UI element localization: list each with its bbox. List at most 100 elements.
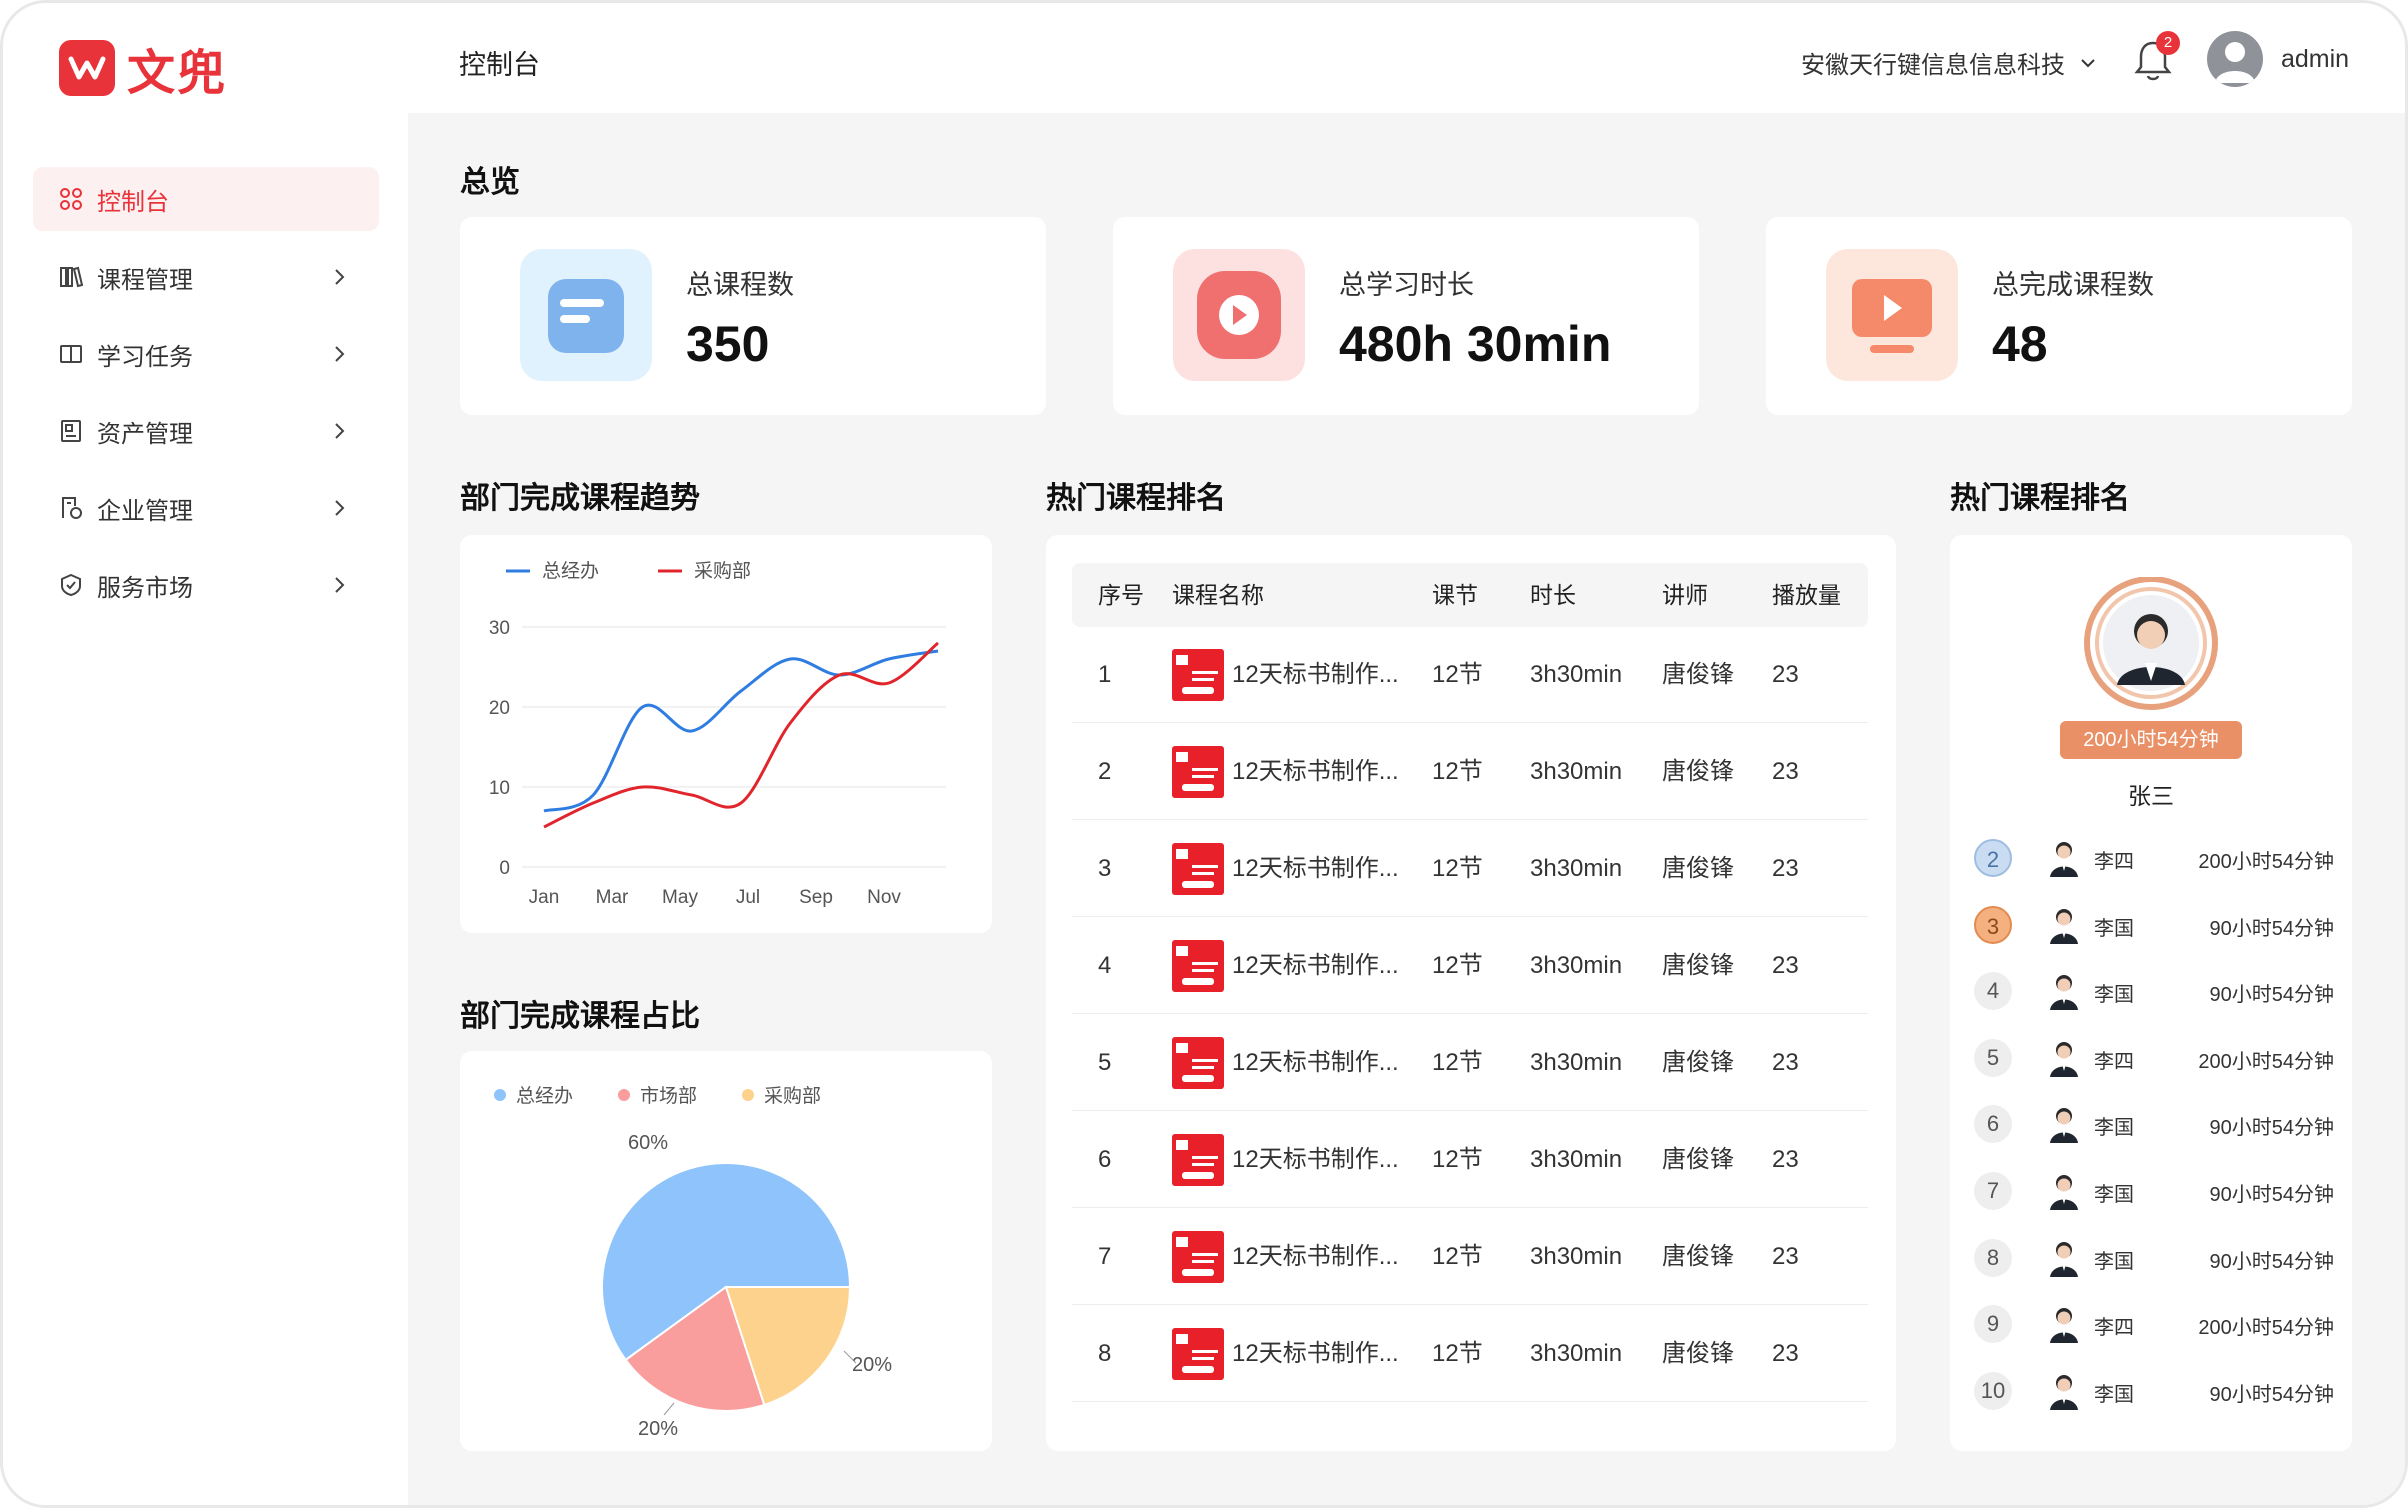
sidebar-item-tasks[interactable]: 学习任务 (33, 322, 379, 386)
row-no: 6 (1098, 1146, 1112, 1173)
person-avatar-icon (2050, 975, 2078, 1011)
stat-card-duration: 总学习时长 480h 30min (1113, 217, 1699, 415)
course-teacher: 唐俊锋 (1662, 1049, 1734, 1076)
rank-name: 李国 (2094, 1184, 2134, 1206)
rank-number: 7 (1974, 1172, 2012, 1210)
course-name[interactable]: 12天标书制作... (1232, 627, 1399, 723)
table-row[interactable]: 8 12天标书制作... 12节 3h30min 唐俊锋 23 (1072, 1306, 1868, 1402)
x-tick-label: Nov (867, 887, 901, 908)
shield-icon (59, 573, 83, 597)
course-name[interactable]: 12天标书制作... (1232, 1306, 1399, 1402)
row-no: 4 (1098, 952, 1112, 979)
rank-time: 90小时54分钟 (2209, 1250, 2335, 1273)
table-row[interactable]: 1 12天标书制作... 12节 3h30min 唐俊锋 23 (1072, 627, 1868, 723)
hot-course-table: 序号 课程名称 课节 时长 讲师 播放量 1 12天标书制作... 12节 3h30m… (1046, 535, 1896, 1451)
course-lessons: 12节 (1432, 1243, 1483, 1270)
sidebar-item-enterprise[interactable]: 企业管理 (33, 476, 379, 540)
sidebar-item-courses[interactable]: 课程管理 (33, 245, 379, 309)
rank-row[interactable]: 2 李四 200小时54分钟 (1974, 831, 2334, 883)
rank-row[interactable]: 4 李国 90小时54分钟 (1974, 964, 2334, 1016)
rank-time: 200小时54分钟 (2198, 851, 2334, 873)
course-duration: 3h30min (1530, 952, 1623, 979)
sidebar-item-assets[interactable]: 资产管理 (33, 399, 379, 463)
rank-row[interactable]: 8 李国 90小时54分钟 (1974, 1231, 2334, 1283)
slice-label: 20% (852, 1354, 892, 1376)
main-content: 总览 总课程数 350 总学习时长 480h 30min 总完成课程数 48 部… (408, 113, 2405, 1505)
slice-label: 20% (638, 1418, 678, 1440)
sidebar: 控制台 课程管理 学习任务 资产管理 企业管理 服务市场 (3, 113, 408, 1505)
course-name[interactable]: 12天标书制作... (1232, 1112, 1399, 1208)
overview-title: 总览 (460, 166, 520, 199)
course-name[interactable]: 12天标书制作... (1232, 918, 1399, 1014)
course-thumbnail (1172, 843, 1224, 895)
trend-title: 部门完成课程趋势 (460, 482, 700, 515)
course-duration: 3h30min (1530, 1146, 1623, 1173)
table-row[interactable]: 7 12天标书制作... 12节 3h30min 唐俊锋 23 (1072, 1209, 1868, 1305)
course-thumbnail (1172, 1231, 1224, 1283)
table-row[interactable]: 6 12天标书制作... 12节 3h30min 唐俊锋 23 (1072, 1112, 1868, 1208)
row-no: 8 (1098, 1340, 1112, 1367)
legend-label[interactable]: 采购部 (764, 1085, 821, 1107)
stat-value: 480h 30min (1339, 316, 1612, 372)
course-plays: 23 (1772, 1049, 1799, 1076)
col-header-plays: 播放量 (1772, 582, 1841, 608)
trend-line-chart: 总经办 采购部 0 10 20 30 Jan Mar May Jul Sep Nov (489, 560, 946, 908)
rank-name: 李四 (2094, 1050, 2134, 1073)
sidebar-item-label: 课程管理 (97, 266, 193, 294)
course-teacher: 唐俊锋 (1662, 758, 1734, 785)
rank-row[interactable]: 7 李国 90小时54分钟 (1974, 1164, 2334, 1216)
list-icon (520, 249, 652, 381)
chevron-down-icon (2081, 58, 2095, 67)
y-tick-label: 30 (489, 618, 510, 639)
username[interactable]: admin (2281, 45, 2349, 74)
course-name[interactable]: 12天标书制作... (1232, 724, 1399, 820)
rank-row[interactable]: 10 李国 90小时54分钟 (1974, 1364, 2334, 1416)
table-row[interactable]: 2 12天标书制作... 12节 3h30min 唐俊锋 23 (1072, 724, 1868, 820)
top-rank-name: 张三 (2128, 783, 2174, 809)
legend-swatch (618, 1089, 630, 1101)
y-tick-label: 10 (489, 778, 510, 799)
table-row[interactable]: 5 12天标书制作... 12节 3h30min 唐俊锋 23 (1072, 1015, 1868, 1111)
table-row[interactable]: 3 12天标书制作... 12节 3h30min 唐俊锋 23 (1072, 821, 1868, 917)
sidebar-item-label: 企业管理 (97, 497, 193, 525)
legend-label[interactable]: 市场部 (640, 1085, 697, 1107)
enterprise-icon (59, 496, 83, 520)
company-selector[interactable]: 安徽天行键信息信息科技 (1801, 45, 2097, 80)
table-header: 序号 课程名称 课节 时长 讲师 播放量 (1072, 563, 1868, 627)
table-row[interactable]: 4 12天标书制作... 12节 3h30min 唐俊锋 23 (1072, 918, 1868, 1014)
legend-label[interactable]: 采购部 (694, 560, 751, 582)
rank-name: 李国 (2094, 1117, 2134, 1140)
legend-label[interactable]: 总经办 (542, 560, 599, 582)
page-title: 控制台 (459, 50, 540, 80)
person-avatar-icon (2050, 1041, 2078, 1077)
series-line[interactable] (543, 641, 939, 829)
sidebar-item-dashboard[interactable]: 控制台 (33, 167, 379, 231)
rank-number: 6 (1974, 1105, 2012, 1144)
course-thumbnail (1172, 746, 1224, 798)
course-plays: 23 (1772, 661, 1799, 688)
sidebar-item-market[interactable]: 服务市场 (33, 553, 379, 617)
trend-chart-card: 总经办 采购部 0 10 20 30 Jan Mar May Jul Sep Nov (460, 535, 992, 933)
legend-label[interactable]: 总经办 (516, 1085, 573, 1107)
course-plays: 23 (1772, 1146, 1799, 1173)
avatar[interactable] (2207, 31, 2263, 87)
course-lessons: 12节 (1432, 661, 1483, 688)
rank-name: 李国 (2094, 917, 2134, 940)
rank-number: 5 (1974, 1038, 2012, 1077)
x-tick-label: Sep (799, 887, 833, 908)
rank-number: 4 (1974, 972, 2012, 1011)
course-name[interactable]: 12天标书制作... (1232, 1015, 1399, 1111)
rank-row[interactable]: 3 李国 90小时54分钟 (1974, 898, 2334, 950)
course-name[interactable]: 12天标书制作... (1232, 1209, 1399, 1305)
stat-label: 总课程数 (686, 270, 794, 300)
rank-time: 90小时54分钟 (2209, 1184, 2335, 1206)
course-name[interactable]: 12天标书制作... (1232, 821, 1399, 917)
course-duration: 3h30min (1530, 661, 1623, 688)
logo[interactable]: 文兜 (59, 33, 227, 103)
course-teacher: 唐俊锋 (1662, 1243, 1734, 1270)
rank-time: 90小时54分钟 (2209, 1117, 2335, 1140)
rank-row[interactable]: 9 李四 200小时54分钟 (1974, 1297, 2334, 1349)
rank-row[interactable]: 6 李国 90小时54分钟 (1974, 1097, 2334, 1149)
slice-label: 60% (628, 1132, 668, 1154)
rank-row[interactable]: 5 李四 200小时54分钟 (1974, 1031, 2334, 1083)
